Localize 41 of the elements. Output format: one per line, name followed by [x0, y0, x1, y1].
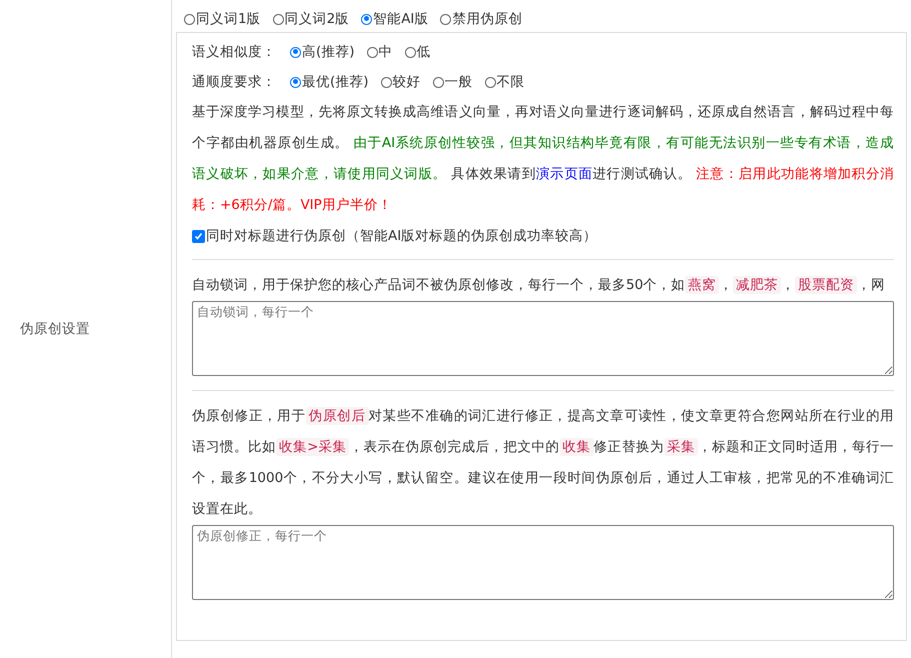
- radio-label: 中: [378, 43, 393, 61]
- radio-option[interactable]: 同义词2版: [272, 10, 350, 28]
- radio-label: 较好: [392, 73, 421, 91]
- checkbox[interactable]: [192, 230, 205, 242]
- radio-button[interactable]: [484, 76, 496, 88]
- radio-label: 最优(推荐): [302, 73, 369, 91]
- radio-option[interactable]: 较好: [380, 73, 421, 91]
- radio-button[interactable]: [380, 76, 392, 88]
- field-label: 通顺度要求：: [192, 73, 276, 91]
- radio-button[interactable]: [290, 46, 301, 58]
- radio-option[interactable]: 不限: [484, 73, 525, 91]
- radio-button[interactable]: [184, 14, 195, 24]
- radio-label: 低: [416, 43, 431, 61]
- radio-button[interactable]: [290, 76, 301, 88]
- radio-button[interactable]: [404, 46, 416, 58]
- radio-button[interactable]: [432, 76, 444, 88]
- radio-label: 不限: [496, 73, 525, 91]
- radio-option[interactable]: 低: [404, 43, 431, 61]
- radio-option[interactable]: 智能AI版: [361, 10, 428, 28]
- radio-button[interactable]: [440, 14, 452, 24]
- lock-words-text: 自动锁词，用于保护您的核心产品词不被伪原创修改，每行一个，最多50个，如 燕窝 ， 减肥茶 ， 股票配资 ，网: [192, 275, 886, 296]
- correction-text: 伪原创修正，用于 伪原创后 对某些不准确的词汇进行修正，提高文章可读性，使文章更符合您网站所在行业的用语习惯。比如 收集>采集 ，表示在伪原创完成后，把文中的 收集 修正替换为 采集 ，标题和正文同时适用，每行一个，最多1000个，不分大小写，默认留空。建议在使用一段时间伪原创后，通过人工审核，把常见的不准确词汇设置在此。: [192, 406, 894, 519]
- radio-button[interactable]: [272, 14, 284, 24]
- radio-option[interactable]: 中: [366, 43, 393, 61]
- description-text: 基于深度学习模型，先将原文转换成高维语义向量，再对语义向量进行逐词解码，还原成自然语言，解码过程中每个字都由机器原创生成。 由于AI系统原创性较强，但其知识结构毕竟有限，有可能无法识别一些专有术语，造成语义破坏，如果介意，请使用同义词版。 具体效果请到演示页面进行测试确认。 注意：启用此功能将增加积分消耗：+6积分/篇。VIP用户半价！: [192, 103, 894, 215]
- lock-words-field[interactable]: 自动锁词，每行一个: [192, 301, 894, 376]
- radio-option[interactable]: 最优(推荐): [290, 73, 369, 91]
- field-label: 语义相似度：: [192, 43, 276, 61]
- radio-option[interactable]: 同义词1版: [184, 10, 261, 28]
- correction-field[interactable]: 伪原创修正，每行一个: [192, 525, 894, 600]
- checkbox-label: 同时对标题进行伪原创（智能AI版对标题的伪原创成功率较高）: [206, 227, 598, 245]
- section-label: 伪原创设置: [20, 320, 90, 338]
- radio-option[interactable]: 一般: [432, 73, 473, 91]
- radio-button[interactable]: [361, 14, 372, 24]
- radio-label: 高(推荐): [302, 43, 355, 61]
- radio-label: 智能AI版: [373, 10, 428, 28]
- radio-option[interactable]: 高(推荐): [290, 43, 355, 61]
- radio-button[interactable]: [366, 46, 378, 58]
- radio-label: 同义词2版: [284, 10, 350, 28]
- radio-label: 一般: [444, 73, 473, 91]
- radio-label: 同义词1版: [196, 10, 261, 28]
